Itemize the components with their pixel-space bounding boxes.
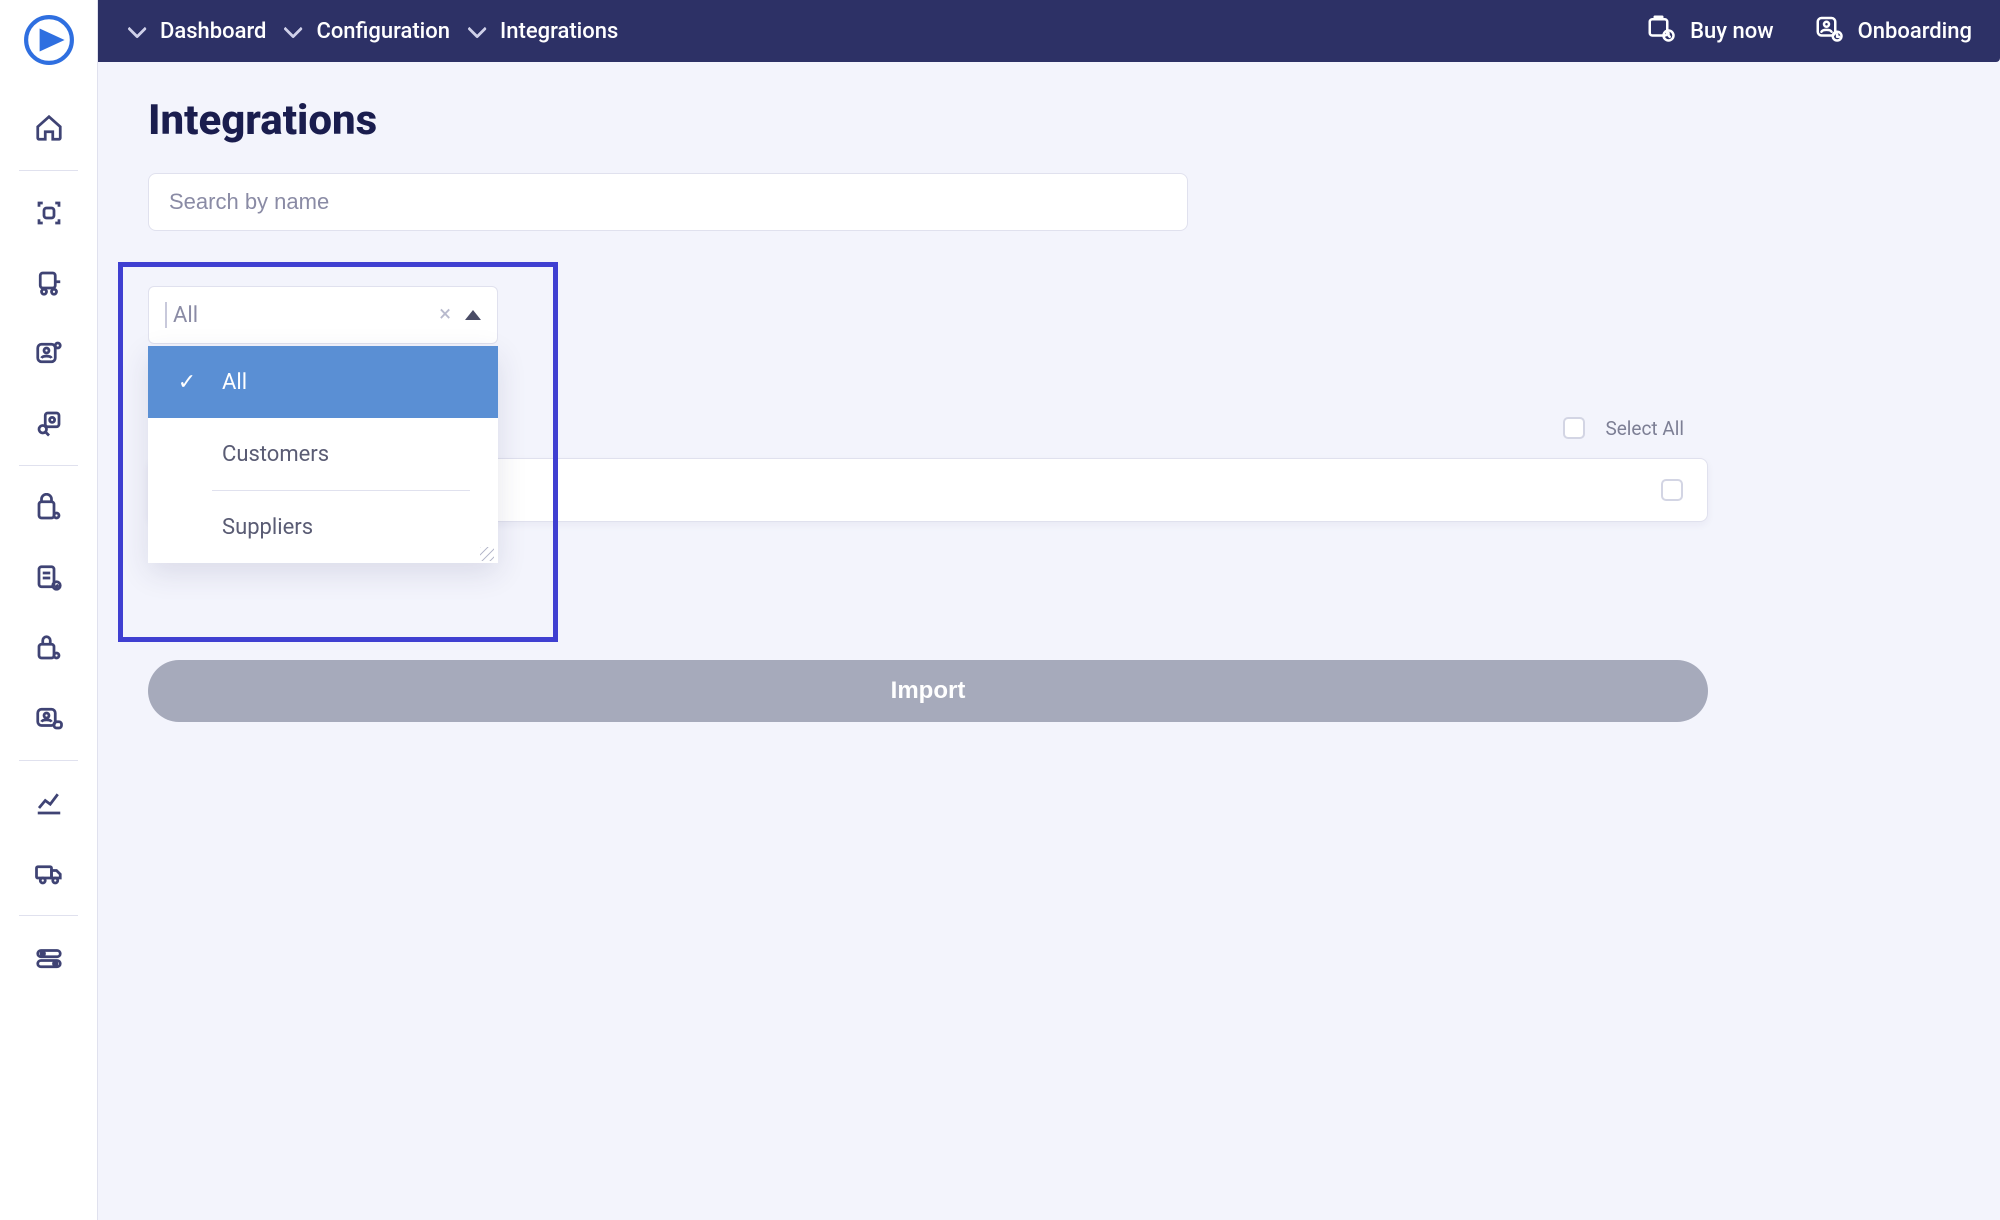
filter-option-customers[interactable]: ✓ Customers <box>148 418 498 490</box>
sidebar-lock[interactable] <box>19 628 79 668</box>
breadcrumb-label: Configuration <box>316 19 450 44</box>
sidebar-toggle[interactable] <box>19 938 79 978</box>
breadcrumb-item-integrations[interactable]: Integrations <box>468 19 618 44</box>
filter-option-all[interactable]: ✓ All <box>148 346 498 418</box>
filter-dropdown-panel: ✓ All ✓ Customers ✓ Suppliers <box>148 346 498 563</box>
breadcrumb-item-configuration[interactable]: Configuration <box>284 19 450 44</box>
buy-now-label: Buy now <box>1690 19 1773 44</box>
chevron-down-icon <box>467 19 487 39</box>
topbar: Dashboard Configuration Integrations Buy… <box>98 0 2000 62</box>
filter-option-label: All <box>222 370 247 395</box>
select-all-checkbox[interactable] <box>1563 417 1585 439</box>
sidebar-search-user[interactable] <box>19 403 79 443</box>
sidebar-customers[interactable] <box>19 333 79 373</box>
sidebar <box>0 0 98 1220</box>
sidebar-billing[interactable] <box>19 698 79 738</box>
filter-type-select[interactable]: All × <box>148 286 498 344</box>
sidebar-doc-check[interactable] <box>19 558 79 598</box>
text-cursor <box>165 302 167 328</box>
search-input[interactable] <box>148 173 1188 231</box>
sidebar-orders[interactable] <box>19 263 79 303</box>
sidebar-analytics[interactable] <box>19 783 79 823</box>
chevron-down-icon <box>284 19 304 39</box>
buy-now-button[interactable]: Buy now <box>1646 13 1773 49</box>
clear-icon[interactable]: × <box>439 304 451 326</box>
filter-option-suppliers[interactable]: ✓ Suppliers <box>148 491 498 563</box>
caret-up-icon[interactable] <box>465 310 481 320</box>
sidebar-shop[interactable] <box>19 488 79 528</box>
row-checkbox[interactable] <box>1661 479 1683 501</box>
filter-placeholder: All <box>173 303 198 328</box>
onboarding-button[interactable]: Onboarding <box>1814 13 1972 49</box>
page-title: Integrations <box>148 96 1950 145</box>
onboarding-label: Onboarding <box>1858 19 1972 44</box>
breadcrumb-label: Integrations <box>500 19 618 44</box>
filter-option-label: Suppliers <box>222 515 313 540</box>
app-logo[interactable] <box>23 14 75 66</box>
breadcrumb-label: Dashboard <box>160 19 266 44</box>
select-all-label: Select All <box>1605 417 1684 440</box>
main-content: Integrations All × ✓ All ✓ Customers ✓ S… <box>98 62 2000 1220</box>
sidebar-shipping[interactable] <box>19 853 79 893</box>
check-icon: ✓ <box>176 370 198 395</box>
import-button[interactable]: Import <box>148 660 1708 722</box>
onboarding-icon <box>1814 13 1844 49</box>
breadcrumb: Dashboard Configuration Integrations <box>128 19 618 44</box>
topbar-actions: Buy now Onboarding <box>1646 13 1986 49</box>
filter-option-label: Customers <box>222 442 329 467</box>
cart-icon <box>1646 13 1676 49</box>
resize-handle-icon[interactable] <box>480 547 494 561</box>
sidebar-home[interactable] <box>19 108 79 148</box>
breadcrumb-item-dashboard[interactable]: Dashboard <box>128 19 266 44</box>
sidebar-scan[interactable] <box>19 193 79 233</box>
chevron-down-icon <box>127 19 147 39</box>
